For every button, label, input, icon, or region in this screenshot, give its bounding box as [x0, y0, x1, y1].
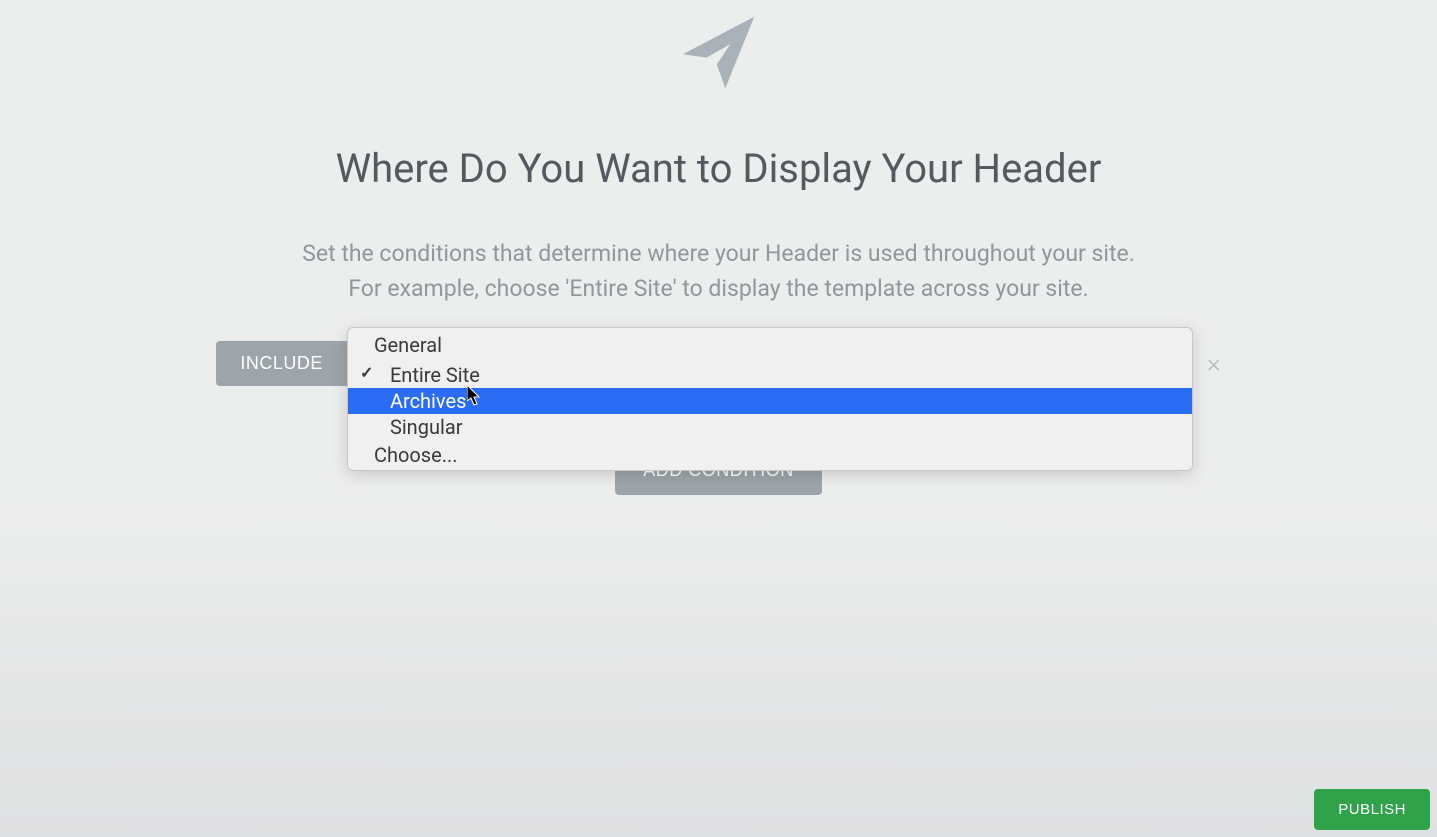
description-line-2: For example, choose 'Entire Site' to dis…	[302, 272, 1135, 307]
dropdown-item-entire-site[interactable]: Entire Site	[348, 362, 1192, 388]
dropdown-item-singular[interactable]: Singular	[348, 414, 1192, 440]
description-line-1: Set the conditions that determine where …	[302, 237, 1135, 272]
paper-plane-icon	[676, 10, 761, 95]
condition-dropdown: General Entire Site Archives Singular Ch…	[347, 327, 1193, 471]
dropdown-choose[interactable]: Choose...	[348, 440, 1192, 470]
include-button[interactable]: INCLUDE	[216, 341, 347, 386]
dropdown-item-archives[interactable]: Archives	[348, 388, 1192, 414]
remove-condition-icon[interactable]: ×	[1207, 349, 1221, 379]
condition-row: INCLUDE General Entire Site Archives Sin…	[216, 341, 1220, 386]
dropdown-group-general: General	[348, 328, 1192, 362]
modal-title: Where Do You Want to Display Your Header	[336, 145, 1102, 192]
modal-description: Set the conditions that determine where …	[302, 237, 1135, 306]
publish-button[interactable]: PUBLISH	[1314, 789, 1430, 830]
